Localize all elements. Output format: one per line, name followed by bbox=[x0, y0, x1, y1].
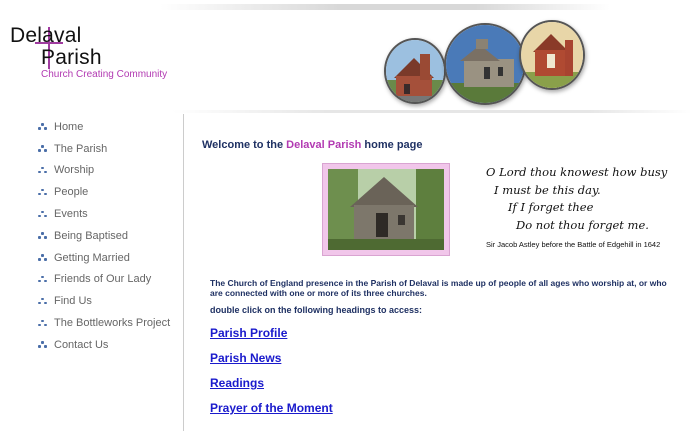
bullet-icon bbox=[38, 319, 47, 328]
nav-item-events[interactable]: Events bbox=[38, 203, 183, 225]
logo-text-line2: Parish bbox=[41, 46, 102, 69]
nav-item-contact-us[interactable]: Contact Us bbox=[38, 334, 183, 356]
link-prayer-of-the-moment[interactable]: Prayer of the Moment bbox=[210, 400, 333, 425]
bullet-icon bbox=[38, 231, 47, 240]
church-photo-brick bbox=[384, 38, 446, 104]
bullet-icon bbox=[38, 188, 47, 197]
nav-item-the-parish[interactable]: The Parish bbox=[38, 138, 183, 160]
nav-item-label: People bbox=[54, 186, 89, 199]
instruction-text: double click on the following headings t… bbox=[210, 305, 423, 315]
church-photo-stone bbox=[444, 23, 526, 105]
page-title: Welcome to the Delaval Parish home page bbox=[202, 139, 423, 151]
sidebar-nav: Home The Parish Worship People Events Be… bbox=[38, 116, 183, 356]
nav-item-label: The Parish bbox=[54, 142, 108, 155]
bullet-icon bbox=[38, 275, 47, 284]
bullet-icon bbox=[38, 340, 47, 349]
nav-item-worship[interactable]: Worship bbox=[38, 160, 183, 182]
church-photo-red bbox=[519, 20, 585, 90]
prayer-line: O Lord thou knowest how busy bbox=[486, 165, 668, 179]
nav-item-label: Getting Married bbox=[54, 251, 130, 264]
nav-item-label: Being Baptised bbox=[54, 229, 128, 242]
logo-tagline: Church Creating Community bbox=[41, 69, 168, 80]
bullet-icon bbox=[38, 253, 47, 262]
site-logo[interactable]: Delaval Parish Church Creating Community bbox=[10, 24, 180, 86]
nav-item-bottleworks-project[interactable]: The Bottleworks Project bbox=[38, 312, 183, 334]
header-separator bbox=[172, 110, 692, 113]
welcome-prefix: Welcome to the bbox=[202, 139, 287, 151]
prayer-attribution: Sir Jacob Astley before the Battle of Ed… bbox=[486, 240, 661, 249]
nav-item-label: Friends of Our Lady bbox=[54, 273, 152, 286]
prayer-line: If I forget thee bbox=[508, 200, 594, 214]
sidebar-divider bbox=[183, 114, 184, 431]
nav-item-home[interactable]: Home bbox=[38, 116, 183, 138]
document-links: Parish Profile Parish News Readings Pray… bbox=[210, 325, 333, 425]
nav-item-being-baptised[interactable]: Being Baptised bbox=[38, 225, 183, 247]
nav-item-people[interactable]: People bbox=[38, 181, 183, 203]
nav-item-friends-of-our-lady[interactable]: Friends of Our Lady bbox=[38, 269, 183, 291]
link-parish-profile[interactable]: Parish Profile bbox=[210, 325, 333, 350]
chapel-photo bbox=[322, 163, 450, 256]
bullet-icon bbox=[38, 210, 47, 219]
bullet-icon bbox=[38, 122, 47, 131]
link-readings[interactable]: Readings bbox=[210, 375, 333, 400]
link-parish-news[interactable]: Parish News bbox=[210, 350, 333, 375]
nav-item-label: Home bbox=[54, 120, 84, 133]
nav-item-label: Worship bbox=[54, 164, 95, 177]
nav-item-label: The Bottleworks Project bbox=[54, 317, 171, 330]
prayer-line: Do not thou forget me. bbox=[516, 218, 649, 232]
bullet-icon bbox=[38, 297, 47, 306]
nav-item-find-us[interactable]: Find Us bbox=[38, 290, 183, 312]
nav-item-getting-married[interactable]: Getting Married bbox=[38, 247, 183, 269]
nav-item-label: Events bbox=[54, 208, 88, 221]
nav-item-label: Contact Us bbox=[54, 338, 109, 351]
nav-item-label: Find Us bbox=[54, 295, 92, 308]
logo-text-line1: Delaval bbox=[10, 24, 82, 47]
intro-text: The Church of England presence in the Pa… bbox=[210, 278, 667, 298]
bullet-icon bbox=[38, 144, 47, 153]
bullet-icon bbox=[38, 166, 47, 175]
welcome-suffix: home page bbox=[361, 139, 423, 151]
welcome-parish-name: Delaval Parish bbox=[286, 139, 362, 151]
prayer-line: I must be this day. bbox=[494, 183, 601, 197]
church-photo-group bbox=[378, 18, 588, 108]
top-decorative-bar bbox=[160, 4, 610, 10]
